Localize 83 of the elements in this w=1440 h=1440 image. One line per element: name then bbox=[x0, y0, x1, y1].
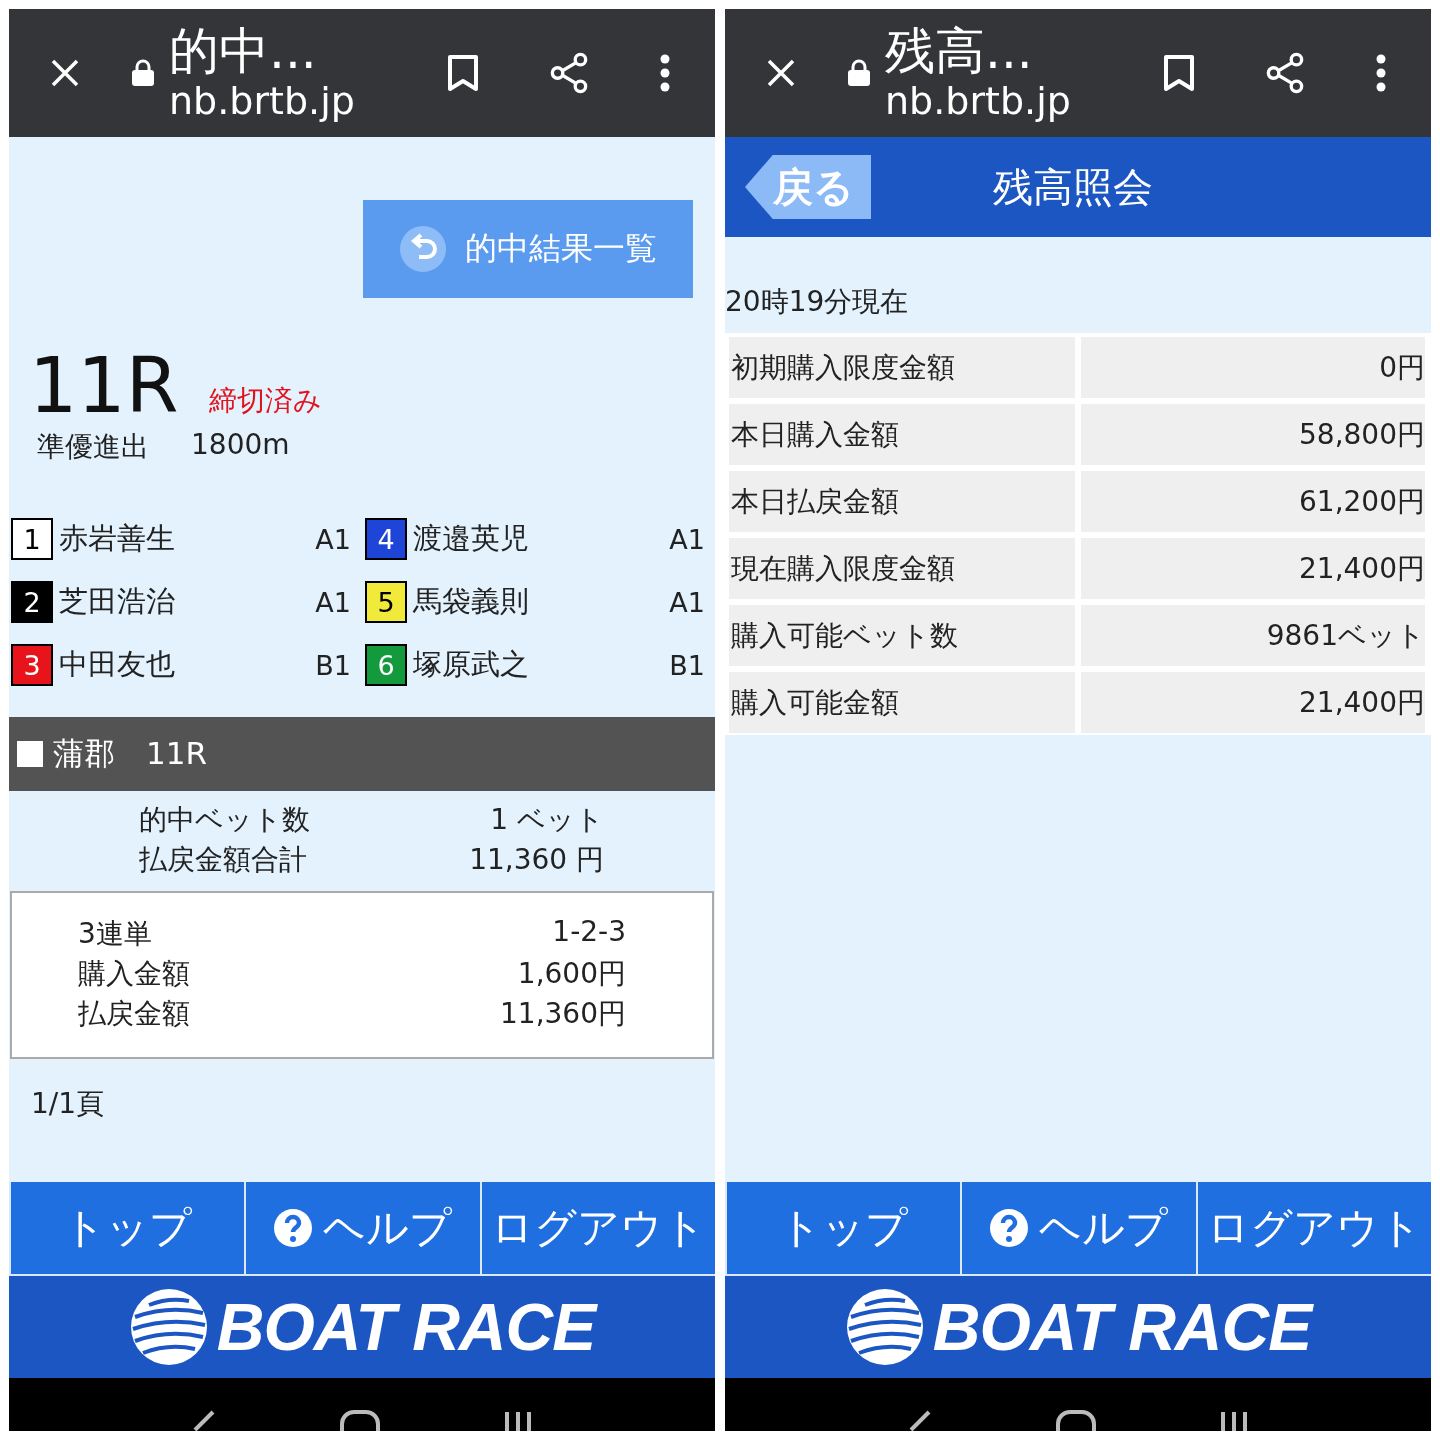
race-number: 11R bbox=[29, 348, 179, 424]
recents-nav-icon[interactable] bbox=[503, 1410, 534, 1431]
bet-label: 払戻金額 bbox=[78, 996, 191, 1032]
boat-number: 5 bbox=[365, 581, 407, 623]
boat-number: 3 bbox=[11, 644, 53, 686]
nav-button[interactable]: トップ bbox=[727, 1182, 961, 1274]
racer-name: 渡邉英児 bbox=[413, 520, 530, 557]
table-label-cell: 現在購入限度金額 bbox=[729, 538, 1075, 599]
venue-race-text: 蒲郡 11R bbox=[53, 734, 207, 773]
lock-icon bbox=[131, 59, 155, 87]
table-value-cell: 21,400円 bbox=[1081, 538, 1425, 599]
racer-class: A1 bbox=[315, 523, 351, 555]
bet-value: 1-2-3 bbox=[551, 915, 626, 950]
return-icon bbox=[399, 225, 447, 273]
bet-label: 3連単 bbox=[78, 916, 153, 952]
bet-value: 11,360円 bbox=[500, 996, 626, 1032]
nav-button[interactable]: ヘルプ bbox=[246, 1182, 480, 1274]
share-icon bbox=[549, 51, 589, 95]
lock-icon bbox=[847, 59, 871, 87]
header-title: 残高照会 bbox=[993, 162, 1153, 212]
home-nav-icon[interactable] bbox=[340, 1410, 380, 1431]
home-nav-icon[interactable] bbox=[1056, 1410, 1096, 1431]
share-button[interactable] bbox=[1265, 53, 1305, 93]
boat-number: 1 bbox=[11, 518, 53, 560]
logo-icon bbox=[844, 1287, 925, 1367]
nav-button[interactable]: トップ bbox=[11, 1182, 245, 1274]
more-icon bbox=[660, 54, 670, 92]
racer-name: 馬袋義則 bbox=[413, 583, 530, 620]
bookmark-icon bbox=[447, 54, 479, 92]
page-title: 残高... bbox=[885, 23, 1034, 79]
table-value-cell: 61,200円 bbox=[1081, 471, 1425, 532]
help-icon bbox=[273, 1208, 314, 1248]
nav-button[interactable]: ログアウト bbox=[1197, 1182, 1431, 1274]
share-icon bbox=[1265, 51, 1305, 95]
racer-name: 塚原武之 bbox=[413, 646, 530, 683]
summary-value: 1 ベット bbox=[489, 802, 604, 838]
recents-nav-icon[interactable] bbox=[1219, 1410, 1250, 1431]
logo-icon bbox=[128, 1287, 209, 1367]
boat-number: 6 bbox=[365, 644, 407, 686]
table-value-cell: 9861ベット bbox=[1081, 605, 1425, 666]
table-label-cell: 初期購入限度金額 bbox=[729, 337, 1075, 398]
table-label-cell: 購入可能ベット数 bbox=[729, 605, 1075, 666]
square-icon bbox=[17, 741, 43, 767]
share-button[interactable] bbox=[549, 53, 589, 93]
table-value-cell: 21,400円 bbox=[1081, 672, 1425, 733]
race-name: 準優進出 bbox=[37, 429, 149, 465]
racer-class: A1 bbox=[669, 523, 705, 555]
racer-name: 中田友也 bbox=[59, 646, 176, 683]
table-label-cell: 本日払戻金額 bbox=[729, 471, 1075, 532]
racer-class: B1 bbox=[669, 649, 705, 681]
url-text: nb.brtb.jp bbox=[169, 79, 356, 123]
page-title: 的中... bbox=[169, 23, 318, 79]
boat-number: 4 bbox=[365, 518, 407, 560]
racer-name: 芝田浩治 bbox=[59, 583, 176, 620]
table-label-cell: 購入可能金額 bbox=[729, 672, 1075, 733]
racer-class: B1 bbox=[315, 649, 351, 681]
table-value-cell: 58,800円 bbox=[1081, 404, 1425, 465]
boat-number: 2 bbox=[11, 581, 53, 623]
table-label-cell: 本日購入金額 bbox=[729, 404, 1075, 465]
close-icon bbox=[50, 58, 80, 88]
racer-class: A1 bbox=[669, 586, 705, 618]
help-icon bbox=[989, 1208, 1030, 1248]
summary-value: 11,360 円 bbox=[468, 842, 604, 878]
logo-text: BOAT RACE bbox=[216, 1289, 596, 1365]
summary-label: 的中ベット数 bbox=[139, 802, 311, 838]
more-icon bbox=[1376, 54, 1386, 92]
nav-button[interactable]: ヘルプ bbox=[962, 1182, 1196, 1274]
nav-button[interactable]: ログアウト bbox=[481, 1182, 715, 1274]
racer-name: 赤岩善生 bbox=[59, 520, 176, 557]
table-value-cell: 0円 bbox=[1081, 337, 1425, 398]
bet-value: 1,600円 bbox=[516, 956, 626, 992]
bet-label: 購入金額 bbox=[78, 956, 191, 992]
racer-class: A1 bbox=[315, 586, 351, 618]
bookmark-icon bbox=[1163, 54, 1195, 92]
page-indicator: 1/1頁 bbox=[31, 1086, 106, 1122]
url-text: nb.brtb.jp bbox=[885, 79, 1072, 123]
results-list-button[interactable]: 的中結果一覧 bbox=[363, 200, 693, 298]
race-status: 締切済み bbox=[208, 383, 322, 419]
summary-label: 払戻金額合計 bbox=[139, 842, 308, 878]
timestamp: 20時19分現在 bbox=[725, 284, 910, 320]
race-distance: 1800m bbox=[191, 428, 290, 463]
close-icon bbox=[766, 58, 796, 88]
logo-text: BOAT RACE bbox=[932, 1289, 1312, 1365]
